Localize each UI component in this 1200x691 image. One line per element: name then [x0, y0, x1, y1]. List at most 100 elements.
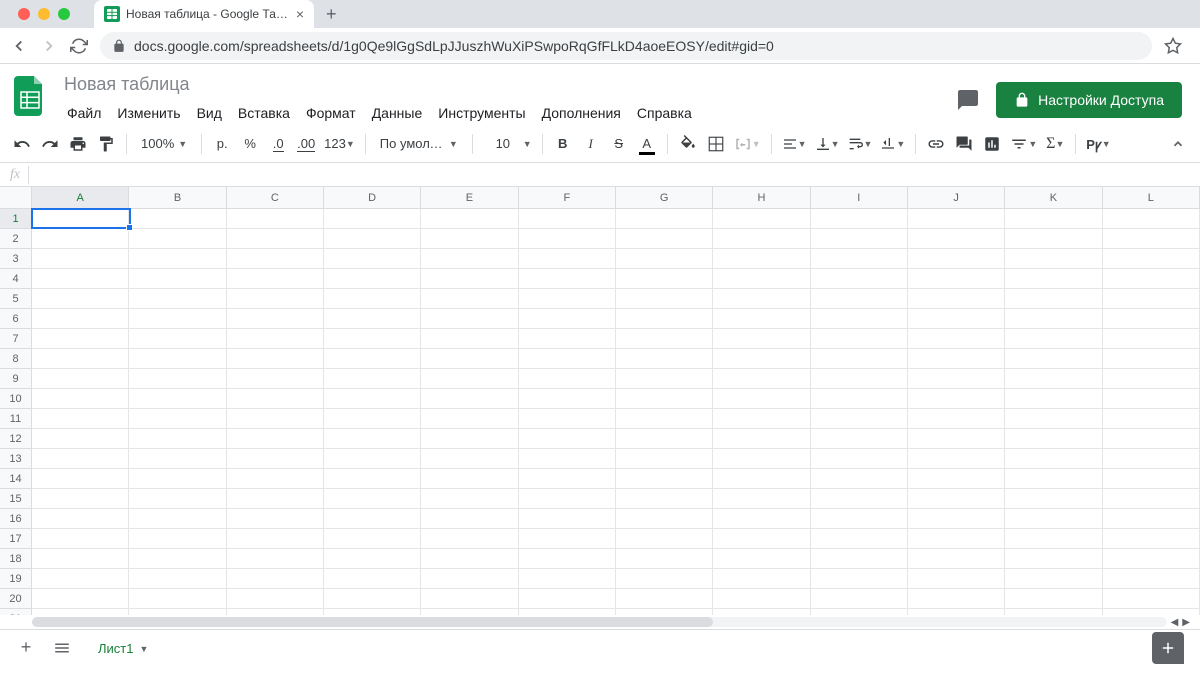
row-header[interactable]: 7 — [0, 329, 31, 349]
cell[interactable] — [324, 589, 421, 609]
cell[interactable] — [129, 249, 226, 269]
cell[interactable] — [908, 409, 1005, 429]
cell[interactable] — [811, 529, 908, 549]
merge-cells-icon[interactable]: ▼ — [732, 131, 763, 157]
cell[interactable] — [713, 229, 810, 249]
cell[interactable] — [32, 529, 129, 549]
cell[interactable] — [421, 309, 518, 329]
cell[interactable] — [227, 309, 324, 329]
row-header[interactable]: 13 — [0, 449, 31, 469]
cell[interactable] — [129, 229, 226, 249]
cell[interactable] — [32, 409, 129, 429]
cell[interactable] — [129, 409, 226, 429]
cell[interactable] — [519, 569, 616, 589]
cell[interactable] — [908, 309, 1005, 329]
row-header[interactable]: 2 — [0, 229, 31, 249]
menu-item[interactable]: Дополнения — [535, 101, 628, 125]
cell[interactable] — [421, 529, 518, 549]
chevron-down-icon[interactable]: ▼ — [139, 644, 148, 654]
row-header[interactable]: 5 — [0, 289, 31, 309]
text-rotation-icon[interactable]: ▼ — [878, 131, 907, 157]
cell[interactable] — [811, 409, 908, 429]
cell[interactable] — [324, 509, 421, 529]
menu-item[interactable]: Инструменты — [431, 101, 532, 125]
cell[interactable] — [908, 509, 1005, 529]
comments-button[interactable] — [952, 84, 984, 116]
cell[interactable] — [713, 529, 810, 549]
column-header[interactable]: H — [713, 187, 810, 208]
column-header[interactable]: C — [227, 187, 324, 208]
text-color-button[interactable]: A — [635, 131, 659, 157]
cell[interactable] — [1005, 349, 1102, 369]
cell[interactable] — [1005, 309, 1102, 329]
menu-item[interactable]: Справка — [630, 101, 699, 125]
cell[interactable] — [129, 489, 226, 509]
row-header[interactable]: 21 — [0, 609, 31, 615]
cell[interactable] — [519, 349, 616, 369]
cell[interactable] — [616, 489, 713, 509]
cell[interactable] — [908, 209, 1005, 229]
cells-area[interactable] — [32, 209, 1200, 615]
cell[interactable] — [811, 569, 908, 589]
cell[interactable] — [421, 229, 518, 249]
cell[interactable] — [908, 469, 1005, 489]
cell[interactable] — [32, 429, 129, 449]
cell[interactable] — [421, 569, 518, 589]
cell[interactable] — [519, 229, 616, 249]
cell[interactable] — [616, 349, 713, 369]
cell[interactable] — [811, 249, 908, 269]
cell[interactable] — [1005, 509, 1102, 529]
cell[interactable] — [519, 549, 616, 569]
cell[interactable] — [421, 489, 518, 509]
row-header[interactable]: 9 — [0, 369, 31, 389]
cell[interactable] — [811, 449, 908, 469]
h-scrollbar[interactable] — [32, 617, 1167, 627]
bold-button[interactable]: B — [551, 131, 575, 157]
cell[interactable] — [1103, 449, 1200, 469]
cell[interactable] — [713, 549, 810, 569]
paint-format-icon[interactable] — [94, 131, 118, 157]
window-maximize[interactable] — [58, 8, 70, 20]
format-currency[interactable]: р. — [210, 131, 234, 157]
cell[interactable] — [1103, 209, 1200, 229]
cell[interactable] — [1103, 309, 1200, 329]
cell[interactable] — [713, 349, 810, 369]
nav-reload-icon[interactable] — [70, 37, 88, 55]
cell[interactable] — [616, 429, 713, 449]
cell[interactable] — [811, 609, 908, 615]
cell[interactable] — [324, 369, 421, 389]
select-all-corner[interactable] — [0, 187, 32, 209]
cell[interactable] — [616, 269, 713, 289]
cell[interactable] — [811, 269, 908, 289]
cell[interactable] — [324, 489, 421, 509]
sheets-logo[interactable] — [10, 72, 50, 120]
cell[interactable] — [908, 369, 1005, 389]
cell[interactable] — [908, 449, 1005, 469]
cell[interactable] — [1005, 249, 1102, 269]
cell[interactable] — [713, 589, 810, 609]
cell[interactable] — [616, 209, 713, 229]
menu-item[interactable]: Вид — [190, 101, 229, 125]
cell[interactable] — [519, 249, 616, 269]
cell[interactable] — [227, 409, 324, 429]
cell[interactable] — [1005, 389, 1102, 409]
row-header[interactable]: 8 — [0, 349, 31, 369]
cell[interactable] — [129, 569, 226, 589]
cell[interactable] — [616, 369, 713, 389]
format-percent[interactable]: % — [238, 131, 262, 157]
cell[interactable] — [811, 229, 908, 249]
cell[interactable] — [519, 369, 616, 389]
cell[interactable] — [1103, 429, 1200, 449]
filter-icon[interactable]: ▼ — [1008, 131, 1039, 157]
cell[interactable] — [616, 229, 713, 249]
cell[interactable] — [32, 249, 129, 269]
cell[interactable] — [32, 289, 129, 309]
cell[interactable] — [421, 589, 518, 609]
cell[interactable] — [324, 469, 421, 489]
menu-item[interactable]: Изменить — [110, 101, 187, 125]
cell[interactable] — [713, 309, 810, 329]
cell[interactable] — [713, 449, 810, 469]
cell[interactable] — [421, 329, 518, 349]
cell[interactable] — [713, 509, 810, 529]
all-sheets-menu[interactable] — [48, 634, 76, 662]
